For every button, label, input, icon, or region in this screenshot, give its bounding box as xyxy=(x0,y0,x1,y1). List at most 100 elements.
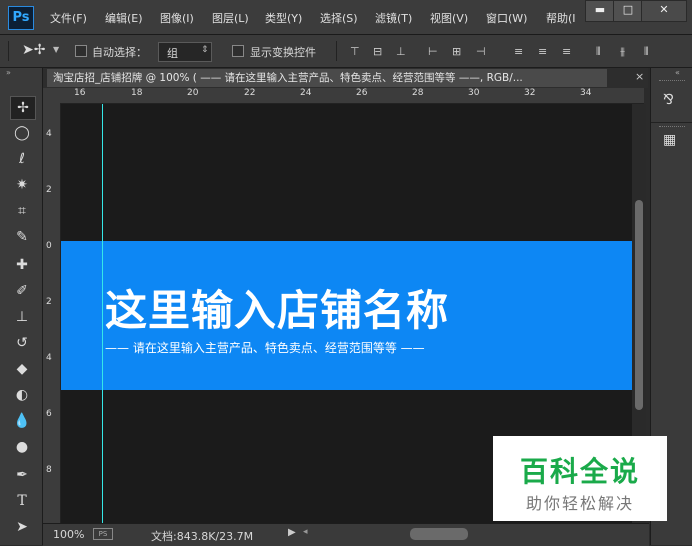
photoshop-logo: Ps xyxy=(8,6,34,30)
scroll-left-icon[interactable]: ◂ xyxy=(303,527,308,537)
ruler-label: 22 xyxy=(244,88,256,98)
options-divider xyxy=(336,41,337,61)
zoom-level[interactable]: 100% xyxy=(53,528,84,541)
tools-panel: » ✢ ◯ ℓ ✷ ⌗ ✎ ✚ ✐ ⊥ ↺ ◆ ◐ 💧 ● ✒ T ➤ xyxy=(0,68,43,545)
minimize-button[interactable]: ▬ xyxy=(585,0,615,22)
ruler-label: 30 xyxy=(468,88,480,98)
pen-tool-icon[interactable]: ✒ xyxy=(10,464,34,486)
distribute-top-icon[interactable]: ≡ xyxy=(514,45,526,58)
ruler-origin[interactable] xyxy=(43,88,60,103)
options-grip xyxy=(8,41,9,61)
dodge-tool-icon[interactable]: ● xyxy=(10,436,34,458)
distribute-vcenter-icon[interactable]: ≡ xyxy=(538,45,550,58)
type-tool-icon[interactable]: T xyxy=(10,490,34,512)
history-brush-tool-icon[interactable]: ↺ xyxy=(10,332,34,354)
brush-tool-icon[interactable]: ✐ xyxy=(10,280,34,302)
move-tool-icon[interactable]: ✢ xyxy=(10,96,36,120)
distribute-hcenter-icon[interactable]: ⫵ xyxy=(620,45,632,58)
menu-type[interactable]: 类型(Y) xyxy=(265,10,302,26)
menu-layer[interactable]: 图层(L) xyxy=(212,10,249,26)
panel-grip[interactable] xyxy=(659,80,685,84)
watermark: 百科全说 助你轻松解决 xyxy=(493,436,667,521)
auto-select-label: 自动选择： xyxy=(92,46,147,59)
menu-bar: Ps 文件(F) 编辑(E) 图像(I) 图层(L) 类型(Y) 选择(S) 滤… xyxy=(0,0,692,35)
document-tab[interactable]: 淘宝店招_店铺招牌 @ 100% ( —— 请在这里输入主营产品、特色卖点、经营… xyxy=(47,69,607,87)
tab-close-icon[interactable]: × xyxy=(635,70,644,83)
ruler-label: 2 xyxy=(46,185,52,195)
show-transform-checkbox[interactable] xyxy=(232,45,244,57)
magic-wand-tool-icon[interactable]: ✷ xyxy=(10,174,34,196)
vertical-guide-line[interactable] xyxy=(102,104,103,523)
ruler-label: 24 xyxy=(300,88,312,98)
healing-brush-tool-icon[interactable]: ✚ xyxy=(10,254,34,276)
menu-select[interactable]: 选择(S) xyxy=(320,10,358,26)
distribute-right-icon[interactable]: ⫴ xyxy=(644,45,656,58)
ruler-label: 4 xyxy=(46,353,52,363)
blur-tool-icon[interactable]: 💧 xyxy=(10,410,34,432)
path-selection-tool-icon[interactable]: ➤ xyxy=(10,516,34,538)
collapse-panel-icon[interactable]: » xyxy=(6,68,11,77)
move-tool-icon[interactable]: ➤✢ xyxy=(22,42,45,58)
vertical-ruler[interactable]: 4 2 0 2 4 6 8 xyxy=(43,103,61,523)
auto-select-checkbox[interactable] xyxy=(75,45,87,57)
properties-panel-icon[interactable]: ▦ xyxy=(663,132,676,148)
ruler-label: 34 xyxy=(580,88,592,98)
menu-view[interactable]: 视图(V) xyxy=(430,10,468,26)
ruler-label: 28 xyxy=(412,88,424,98)
restore-button[interactable]: □ xyxy=(613,0,643,22)
align-hcenter-icon[interactable]: ⊞ xyxy=(452,45,464,58)
panel-divider xyxy=(651,122,692,123)
auto-select-value: 组 xyxy=(167,47,178,60)
ruler-label: 6 xyxy=(46,409,52,419)
history-panel-icon[interactable]: ⅋ xyxy=(663,92,674,108)
align-right-icon[interactable]: ⊣ xyxy=(476,45,488,58)
menu-filter[interactable]: 滤镜(T) xyxy=(375,10,412,26)
menu-edit[interactable]: 编辑(E) xyxy=(105,10,143,26)
ruler-label: 16 xyxy=(74,88,86,98)
menu-window[interactable]: 窗口(W) xyxy=(486,10,527,26)
tool-preset-chevron-icon[interactable]: ▼ xyxy=(53,45,59,54)
dropdown-arrows-icon: ⇕ xyxy=(201,45,209,55)
distribute-left-icon[interactable]: ⫴ xyxy=(596,45,608,58)
horizontal-ruler[interactable]: 16 18 20 22 24 26 28 30 32 34 xyxy=(60,88,644,104)
status-bar: 100% PS 文档:843.8K/23.7M ▶ ◂ xyxy=(43,523,649,546)
ruler-label: 18 xyxy=(131,88,143,98)
align-bottom-icon[interactable]: ⊥ xyxy=(396,45,408,58)
vertical-scroll-thumb[interactable] xyxy=(635,200,643,410)
horizontal-scroll-thumb[interactable] xyxy=(410,528,468,540)
ruler-label: 32 xyxy=(524,88,536,98)
menu-file[interactable]: 文件(F) xyxy=(50,10,87,26)
menu-help[interactable]: 帮助(I xyxy=(546,10,576,26)
proof-icon[interactable]: PS xyxy=(93,528,113,540)
ruler-label: 26 xyxy=(356,88,368,98)
align-left-icon[interactable]: ⊢ xyxy=(428,45,440,58)
distribute-bottom-icon[interactable]: ≡ xyxy=(562,45,574,58)
ellipse-marquee-tool-icon[interactable]: ◯ xyxy=(10,122,34,144)
align-vcenter-icon[interactable]: ⊟ xyxy=(373,45,385,58)
align-top-icon[interactable]: ⊤ xyxy=(350,45,362,58)
ruler-label: 20 xyxy=(187,88,199,98)
menu-image[interactable]: 图像(I) xyxy=(160,10,194,26)
eyedropper-tool-icon[interactable]: ✎ xyxy=(10,226,34,248)
ruler-label: 0 xyxy=(46,241,52,251)
shop-banner[interactable]: 这里输入店铺名称 —— 请在这里输入主营产品、特色卖点、经营范围等等 —— xyxy=(61,241,632,390)
panel-grip[interactable] xyxy=(659,126,685,130)
paint-bucket-tool-icon[interactable]: ◐ xyxy=(10,384,34,406)
document-tab-bar: 淘宝店招_店铺招牌 @ 100% ( —— 请在这里输入主营产品、特色卖点、经营… xyxy=(43,68,648,88)
document-size: 文档:843.8K/23.7M xyxy=(151,530,254,543)
ruler-label: 8 xyxy=(46,465,52,475)
auto-select-dropdown[interactable]: 组 ⇕ xyxy=(158,42,212,62)
crop-tool-icon[interactable]: ⌗ xyxy=(10,200,34,222)
close-button[interactable]: ✕ xyxy=(641,0,687,22)
status-menu-arrow-icon[interactable]: ▶ xyxy=(288,527,296,538)
watermark-subtitle: 助你轻松解决 xyxy=(525,494,634,513)
eraser-tool-icon[interactable]: ◆ xyxy=(10,358,34,380)
ruler-label: 2 xyxy=(46,297,52,307)
watermark-title: 百科全说 xyxy=(519,455,640,488)
banner-title-text[interactable]: 这里输入店铺名称 xyxy=(105,277,449,338)
collapse-panel-icon[interactable]: « xyxy=(675,68,680,77)
show-transform-label: 显示变换控件 xyxy=(250,46,316,59)
banner-subtitle-text[interactable]: —— 请在这里输入主营产品、特色卖点、经营范围等等 —— xyxy=(105,339,425,356)
lasso-tool-icon[interactable]: ℓ xyxy=(10,148,34,170)
clone-stamp-tool-icon[interactable]: ⊥ xyxy=(10,306,34,328)
